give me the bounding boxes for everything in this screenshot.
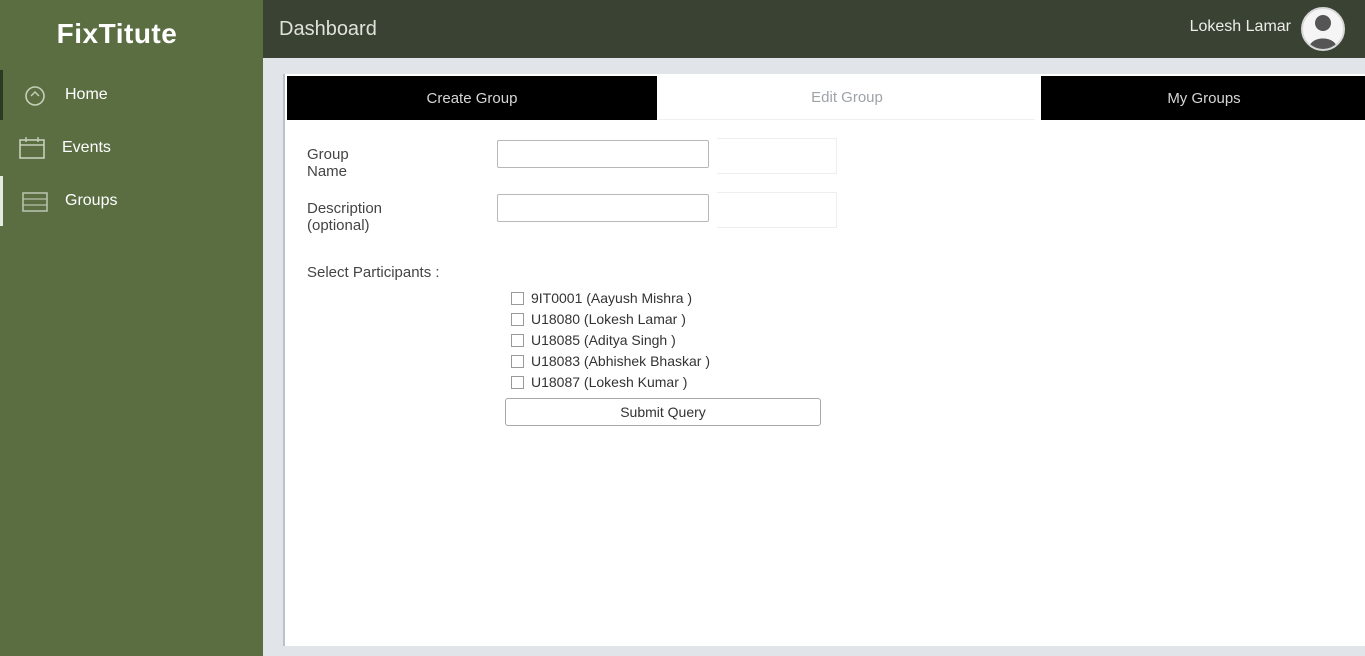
tab-my-groups[interactable]: My Groups: [1041, 76, 1365, 120]
user-icon: [1309, 15, 1337, 49]
groups-icon: [21, 189, 49, 213]
participant-label: U18085 (Aditya Singh ): [531, 332, 676, 348]
participant-option[interactable]: U18085 (Aditya Singh ): [511, 330, 676, 350]
app-window: FixTitute Home Events Groups Dashboard L…: [0, 0, 1365, 656]
brand-logo: FixTitute: [56, 18, 178, 49]
user-name[interactable]: Lokesh Lamar: [1190, 18, 1291, 36]
sidebar-item-events[interactable]: Events: [0, 123, 263, 173]
main-content: Create Group Edit Group My Groups Group …: [263, 58, 1365, 656]
checkbox[interactable]: [511, 354, 524, 368]
participant-option[interactable]: U18087 (Lokesh Kumar ): [511, 372, 687, 392]
tab-bar: Create Group Edit Group My Groups: [287, 76, 1365, 120]
sidebar-item-home[interactable]: Home: [0, 70, 263, 120]
participant-option[interactable]: U18080 (Lokesh Lamar ): [511, 309, 686, 329]
sidebar-item-label: Events: [62, 139, 111, 156]
row-divider: [717, 192, 837, 228]
participant-label: U18080 (Lokesh Lamar ): [531, 311, 686, 327]
submit-query-button[interactable]: Submit Query: [505, 398, 821, 426]
page-title: Dashboard: [279, 18, 377, 40]
participant-label: U18087 (Lokesh Kumar ): [531, 374, 688, 390]
participant-option[interactable]: 9IT0001 (Aayush Mishra ): [511, 288, 692, 308]
checkbox[interactable]: [511, 312, 524, 326]
participants-label: Select Participants :: [307, 264, 440, 281]
sidebar-item-label: Home: [65, 86, 108, 103]
group-panel: Create Group Edit Group My Groups Group …: [283, 74, 1365, 646]
sidebar-item-label: Groups: [65, 192, 118, 209]
participant-label: U18083 (Abhishek Bhaskar ): [531, 353, 710, 369]
description-input[interactable]: [497, 194, 709, 222]
home-icon: [21, 83, 49, 107]
group-name-input[interactable]: [497, 140, 709, 168]
checkbox[interactable]: [511, 333, 524, 347]
checkbox[interactable]: [511, 291, 524, 305]
description-label: Description (optional): [307, 200, 383, 234]
sidebar-item-groups[interactable]: Groups: [0, 176, 263, 226]
checkbox[interactable]: [511, 375, 524, 389]
row-divider: [717, 138, 837, 174]
participant-label: 9IT0001 (Aayush Mishra ): [531, 290, 693, 306]
participant-option[interactable]: U18083 (Abhishek Bhaskar ): [511, 351, 710, 371]
tab-create-group[interactable]: Create Group: [287, 76, 657, 120]
sidebar: FixTitute Home Events Groups: [0, 0, 263, 656]
group-name-label: Group Name: [307, 146, 349, 180]
avatar[interactable]: [1301, 7, 1345, 51]
tab-edit-group[interactable]: Edit Group: [659, 76, 1035, 120]
calendar-icon: [18, 136, 46, 160]
top-bar: Dashboard Lokesh Lamar: [263, 0, 1365, 58]
